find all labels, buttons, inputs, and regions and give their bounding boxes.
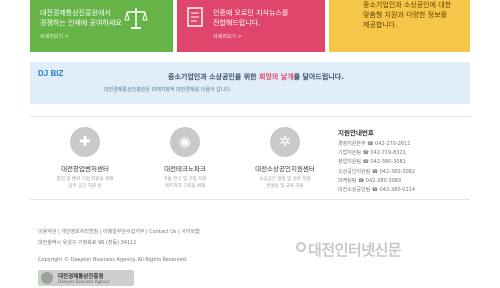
document-icon [187, 7, 203, 27]
startup-glyph: ✚ [79, 134, 91, 150]
center-desc-line: 기술 연구 및 기업 지원 [163, 177, 207, 182]
contact-row: 대전소상공인팀 ☎ 042-380-0114 [338, 187, 416, 194]
logo-part-b: BIZ [50, 69, 64, 78]
center-techno[interactable]: ◉ 대전테크노파크 기술 연구 및 기업 지원 네트워크 구축을 위해 [130, 117, 240, 190]
card-more-link[interactable]: 자세히보기 > [213, 34, 242, 40]
center-desc-line: 소상공인 창업 및 경영 지원 [259, 177, 311, 182]
card-line: 전합해드립니다. [213, 19, 261, 27]
card-line: 맞춤형 지원과 다양한 정보를 [363, 11, 447, 19]
center-title: 대전소상공인지원센터 [255, 165, 315, 173]
djbiz-logo: DJ BIZ [38, 69, 63, 78]
watermark-icon [296, 242, 306, 252]
center-startup[interactable]: ✚ 대전창업벤처센터 창업 및 벤처 기업 지원을 위해 입주 공간 지원 등 [30, 117, 140, 190]
headline-start: 중소기업인과 소상공인을 위한 [168, 73, 260, 81]
footer-address: 대전광역시 유성구 가정북로 96 (장동) 34111 [38, 240, 137, 246]
footer-copyright: Copyright © Daejeon Business Agency. All… [38, 257, 188, 263]
card-text: 인증에 오로던 지식뉴스를 전합해드립니다. [213, 8, 288, 28]
page: 대전경제통상진흥원에서 경쟁하는 인재에 공여하세요 자세히보기 > 인증에 오… [0, 0, 500, 288]
card-line: 중소기업인과 소상공인에 대한 [363, 1, 452, 9]
startup-icon: ✚ [70, 127, 100, 157]
contact-list: 지원안내번호 경영지원본부 ☎ 042-270-2611 기업지원팀 ☎ 042… [338, 127, 468, 195]
network-icon: ✲ [270, 127, 300, 157]
center-desc-line: 컨설팅 및 교육 지원 [266, 184, 304, 189]
center-desc-line: 입주 공간 지원 등 [68, 184, 102, 189]
logo-part-a: DJ [38, 69, 51, 78]
card-text: 중소기업인과 소상공인에 대한 맞춤형 지원과 다양한 정보를 제공합니다. [363, 0, 451, 30]
card-support[interactable]: 중소기업인과 소상공인에 대한 맞춤형 지원과 다양한 정보를 제공합니다. [329, 0, 470, 52]
card-more-link[interactable]: 자세히보기 > [40, 34, 69, 40]
center-desc-line: 네트워크 구축을 위해 [164, 184, 206, 189]
center-title: 대전테크노파크 [164, 165, 206, 173]
center-desc-line: 창업 및 벤처 기업 지원을 위해 [56, 177, 114, 182]
card-line: 경쟁하는 인재에 공여하세요 [40, 19, 122, 27]
network-glyph: ✲ [279, 134, 291, 150]
card-line: 인증에 오로던 지식뉴스를 [213, 9, 289, 17]
headline-end: 를 달아드립니다. [293, 73, 344, 81]
card-text: 대전경제통상진흥원에서 경쟁하는 인재에 공여하세요 [40, 8, 122, 28]
scale-icon [124, 8, 148, 29]
headline-highlight: 희망의 날개 [259, 73, 294, 81]
footer-links[interactable]: 이용약관 | 개인정보처리방침 | 이메일무단수집거부 | Contact Us… [38, 228, 200, 235]
promo-banner[interactable]: DJ BIZ 중소기업인과 소상공인을 위한 희망의 날개를 달아드립니다. 대… [30, 62, 470, 104]
centers-section: ✚ 대전창업벤처센터 창업 및 벤처 기업 지원을 위해 입주 공간 지원 등 … [30, 116, 470, 200]
card-news[interactable]: 인증에 오로던 지식뉴스를 전합해드립니다. 자세히보기 > [177, 0, 325, 52]
contact-title: 지원안내번호 [338, 129, 374, 137]
banner-subtext: 대전경제통상진흥원은 미래지향적 대전경제를 이끌어 갑니다. [104, 87, 232, 93]
center-desc: 기술 연구 및 기업 지원 네트워크 구축을 위해 [130, 176, 240, 190]
banner-headline: 중소기업인과 소상공인을 위한 희망의 날개를 달아드립니다. [168, 72, 344, 82]
globe-glyph: ◉ [178, 134, 192, 150]
globe-icon: ◉ [170, 127, 200, 157]
card-jobs[interactable]: 대전경제통상진흥원에서 경쟁하는 인재에 공여하세요 자세히보기 > [30, 0, 173, 52]
news-watermark: 대전인터넷신문 [308, 241, 402, 259]
contact-row: 경영지원본부 ☎ 042-270-2611 [338, 141, 411, 147]
contact-row: 소상공인지원팀 ☎ 042-380-3082 [338, 168, 416, 175]
agency-logo-sub: Daejeon Business Agency [58, 279, 110, 284]
card-line: 대전경제통상진흥원에서 [40, 9, 111, 17]
center-desc: 소상공인 창업 및 경영 지원 컨설팅 및 교육 지원 [230, 176, 340, 190]
contact-row: 창업지원팀 ☎ 042-380-3081 [338, 159, 406, 166]
center-smallbiz[interactable]: ✲ 대전소상공인지원센터 소상공인 창업 및 경영 지원 컨설팅 및 교육 지원 [230, 117, 340, 190]
agency-logo: 대전경제통상진흥원 Daejeon Business Agency [38, 270, 134, 286]
center-desc: 창업 및 벤처 기업 지원을 위해 입주 공간 지원 등 [30, 176, 140, 190]
card-line: 제공합니다. [363, 21, 398, 29]
contact-row: 기업지원팀 ☎ 042-719-8321 [338, 150, 406, 157]
agency-mark-icon [41, 272, 53, 284]
contact-row: 마케팅팀 ☎ 042-380-3083 [338, 177, 402, 184]
center-title: 대전창업벤처센터 [61, 165, 109, 173]
